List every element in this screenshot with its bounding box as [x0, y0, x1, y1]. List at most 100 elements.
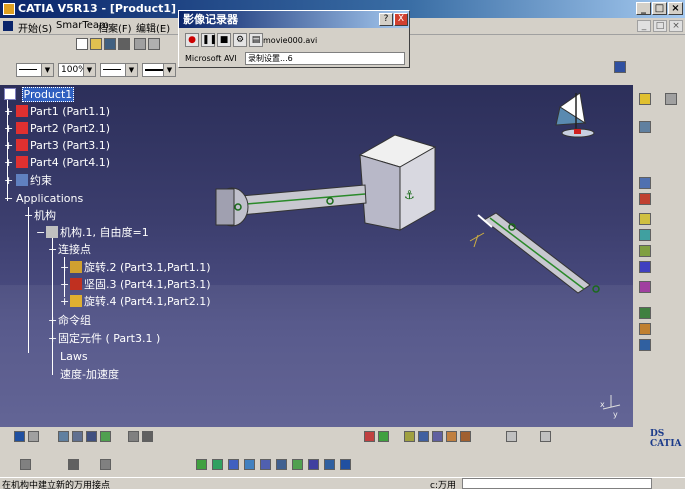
tree-node-laws[interactable]: Laws [60, 349, 88, 365]
cut-icon[interactable] [134, 38, 146, 50]
tree-node-constraints[interactable]: + 约束 [4, 173, 52, 189]
close-button[interactable]: × [668, 2, 683, 15]
tree-node-applications[interactable]: − Applications [4, 191, 83, 207]
new-icon[interactable] [76, 38, 88, 50]
part-icon [16, 122, 28, 134]
select-icon[interactable] [639, 93, 651, 105]
disabled-tool-icon [540, 431, 551, 442]
tree-node-commands[interactable]: +命令组 [48, 313, 91, 329]
sketch-icon[interactable] [665, 93, 677, 105]
tree-node-part4[interactable]: + Part4 (Part4.1) [4, 155, 110, 171]
mdi-minimize-button[interactable]: _ [637, 20, 651, 32]
menu-edit[interactable]: 编辑(E) [136, 20, 170, 35]
3d-viewport[interactable]: ⚓ x y Product1 + Part1 (Part1.1) + Part2… [0, 85, 633, 427]
menu-file[interactable]: 档案(F) [98, 20, 132, 35]
simulation-icon[interactable] [639, 213, 651, 225]
table-icon[interactable] [68, 459, 79, 470]
snap-icon[interactable] [196, 459, 207, 470]
catia-app-icon [3, 3, 15, 15]
video-recorder-dialog: 影像记录器 ? X ● ❚❚ ■ ⚙ ▤ movie000.avi Micros… [178, 10, 410, 68]
tree-node-product1[interactable]: Product1 [4, 87, 75, 103]
multi-view-icon[interactable] [128, 431, 139, 442]
revolute-joint-icon [70, 261, 82, 273]
animation-icon[interactable] [639, 229, 651, 241]
mdi-maximize-button[interactable]: □ [653, 20, 667, 32]
window-title: CATIA V5R13 - [Product1] [18, 2, 177, 15]
law-icon[interactable] [639, 261, 651, 273]
swap-visible-icon[interactable] [614, 61, 626, 73]
rotate-icon[interactable] [86, 431, 97, 442]
tree-node-mechanism1[interactable]: − 机构.1, 自由度=1 [36, 225, 149, 241]
tree-node-fixed-part[interactable]: +固定元件 ( Part3.1 ) [48, 331, 160, 347]
line-type-dropdown[interactable]: ▼ [100, 63, 138, 77]
revolute-tool-icon[interactable] [639, 193, 651, 205]
trace-icon[interactable] [639, 281, 651, 293]
analysis-icon[interactable] [418, 431, 429, 442]
command-label: c:万用 [430, 481, 456, 489]
file-icon[interactable]: ▤ [249, 33, 263, 47]
sweep-icon[interactable] [639, 307, 651, 319]
catalog-icon[interactable] [639, 121, 651, 133]
sensor-icon[interactable] [639, 245, 651, 257]
clash-icon[interactable] [432, 431, 443, 442]
tree-node-part2[interactable]: + Part2 (Part2.1) [4, 121, 110, 137]
minimize-button[interactable]: _ [636, 2, 651, 15]
svg-text:y: y [613, 410, 618, 419]
knowledge-icon[interactable] [100, 459, 111, 470]
tree-node-speed-accel[interactable]: 速度-加速度 [60, 367, 119, 383]
tree-node-joint-revolute2[interactable]: + 旋转.2 (Part3.1,Part1.1) [60, 260, 211, 276]
menu-start[interactable]: 开始(S) [18, 20, 52, 35]
zoom-tool-icon[interactable] [260, 459, 271, 470]
pause-button[interactable]: ❚❚ [201, 33, 217, 47]
formula-icon[interactable] [20, 459, 31, 470]
joint-icon[interactable] [639, 177, 651, 189]
replay-icon[interactable] [639, 339, 651, 351]
dialog-close-button[interactable]: X [394, 13, 408, 26]
pan-icon[interactable] [72, 431, 83, 442]
open-icon[interactable] [90, 38, 102, 50]
filename-field: movie000.avi [263, 36, 318, 45]
tree-node-joint-rigid3[interactable]: + 坚固.3 (Part4.1,Part3.1) [60, 277, 211, 293]
viewpoint-icon[interactable] [308, 459, 319, 470]
record-button[interactable]: ● [185, 33, 199, 47]
zoom-out-icon[interactable] [276, 459, 287, 470]
tree-node-part1[interactable]: + Part1 (Part1.1) [4, 104, 110, 120]
zoom-in-icon[interactable] [58, 431, 69, 442]
manipulate-icon[interactable] [212, 459, 223, 470]
render-icon[interactable] [292, 459, 303, 470]
revolute-joint-icon [70, 295, 82, 307]
tree-node-mechanisms[interactable]: −机构 [24, 208, 56, 224]
simulation-player-icon[interactable] [364, 431, 375, 442]
speed-icon[interactable] [639, 323, 651, 335]
command-input[interactable] [462, 478, 652, 489]
normal-view-icon[interactable] [100, 431, 111, 442]
view-mode-icon[interactable] [324, 459, 335, 470]
explode-icon[interactable] [244, 459, 255, 470]
line-weight-dropdown[interactable]: ▼ [142, 63, 176, 77]
tree-node-joint-revolute4[interactable]: + 旋转.4 (Part4.1,Part2.1) [60, 294, 211, 310]
print-icon[interactable] [118, 38, 130, 50]
setup-icon[interactable]: ⚙ [233, 33, 247, 47]
check-icon[interactable] [404, 431, 415, 442]
setup-field[interactable]: 录制设置...6 [245, 52, 405, 65]
hide-show-icon[interactable] [142, 431, 153, 442]
dialog-help-button[interactable]: ? [379, 13, 393, 26]
fit-icon[interactable] [28, 431, 39, 442]
maximize-button[interactable]: □ [652, 2, 667, 15]
record-icon[interactable] [378, 431, 389, 442]
move-icon[interactable] [228, 459, 239, 470]
product-icon [4, 88, 16, 100]
stop-button[interactable]: ■ [217, 33, 231, 47]
zoom-dropdown[interactable]: 100% ▼ [58, 63, 96, 77]
measure-icon[interactable] [460, 431, 471, 442]
line-color-dropdown[interactable]: ▼ [16, 63, 54, 77]
fly-icon[interactable] [14, 431, 25, 442]
distance-icon[interactable] [446, 431, 457, 442]
tree-node-part3[interactable]: + Part3 (Part3.1) [4, 138, 110, 154]
mdi-close-button[interactable]: × [669, 20, 683, 32]
tree-node-joints[interactable]: −连接点 [48, 242, 91, 258]
save-icon[interactable] [104, 38, 116, 50]
shading-icon[interactable] [340, 459, 351, 470]
copy-icon[interactable] [148, 38, 160, 50]
part-icon [16, 156, 28, 168]
